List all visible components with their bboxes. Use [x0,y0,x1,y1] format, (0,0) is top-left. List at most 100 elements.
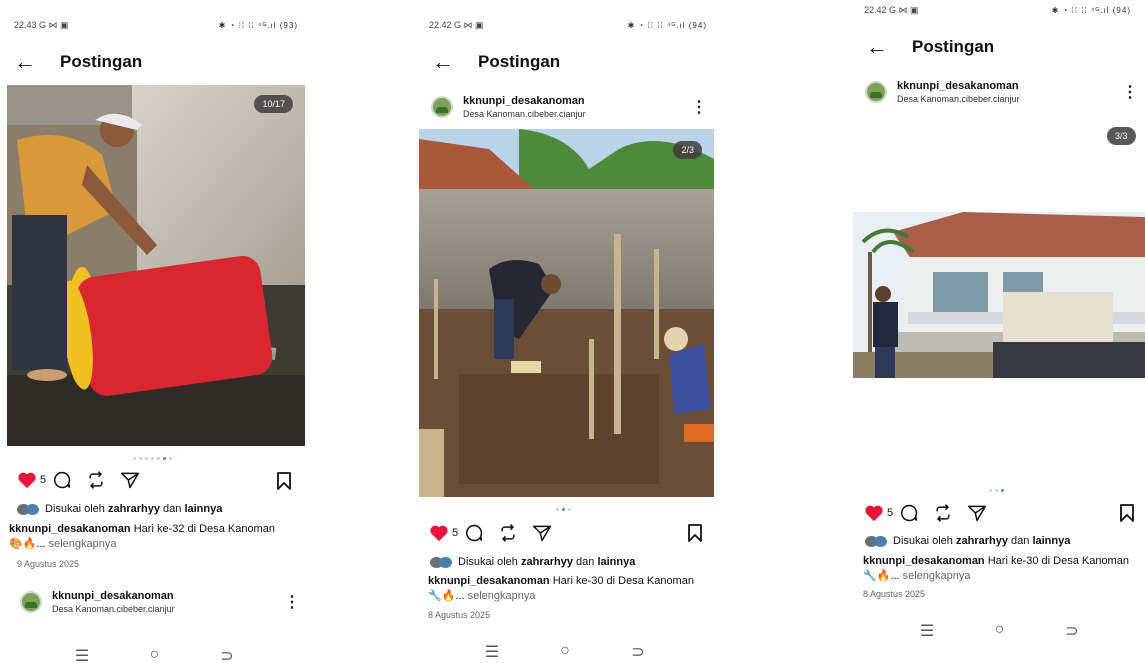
post-date: 8 Agustus 2025 [428,610,491,620]
caption-emoji: 🔧🔥... [863,570,900,582]
photo-house-and-truck [853,212,1145,378]
liked-others[interactable]: lainnya [184,503,222,515]
system-nav-bar: ☰ ○ ⊃ [482,642,648,662]
liked-by-user[interactable]: zahrarhyy [521,556,573,568]
liked-others[interactable]: lainnya [597,556,635,568]
post-location[interactable]: Desa Kanoman.cibeber.cianjur [897,94,1020,104]
back-nav-icon[interactable]: ⊃ [1062,621,1082,641]
home-nav-icon[interactable]: ○ [990,621,1010,641]
more-icon[interactable]: ⋮ [284,592,300,612]
status-left: 22.43 G ⋈ ▣ [14,20,69,31]
comment-button[interactable] [899,503,919,523]
bookmark-button[interactable] [276,471,292,491]
status-time: 22.42 [864,4,887,15]
repost-button[interactable] [498,523,518,543]
share-button[interactable] [532,523,552,543]
status-right-icons: ✱ ◔ ⁞⁞ ⁞⁞ ⁴ᴳ.ıl (94) [1051,5,1131,15]
status-left-icons: G ⋈ ▣ [454,19,484,30]
comment-button[interactable] [464,523,484,543]
back-arrow-icon[interactable]: ← [14,51,48,73]
post-username[interactable]: kknunpi_desakanoman [463,95,586,107]
see-more-link[interactable]: selengkapnya [903,570,971,582]
share-button[interactable] [120,470,140,490]
repost-icon [89,471,103,489]
phone-screen-3: 22.42 G ⋈ ▣ ✱ ◔ ⁞⁞ ⁞⁞ ⁴ᴳ.ıl (94) ← Posti… [850,0,1145,663]
home-nav-icon[interactable]: ○ [145,646,165,663]
status-left: 22.42 G ⋈ ▣ [864,5,919,16]
like-count: 5 [887,507,894,519]
caption: kknunpi_desakanoman Hari ke-30 di Desa K… [863,554,1143,584]
caption-emoji: 🔧🔥... [428,590,465,602]
image-counter-badge: 3/3 [1107,127,1136,145]
repost-button[interactable] [933,503,953,523]
see-more-link[interactable]: selengkapnya [468,590,536,602]
home-nav-icon[interactable]: ○ [555,642,575,662]
like-button[interactable] [429,524,449,542]
comment-button[interactable] [52,470,72,490]
liked-by-row: Disukai oleh zahrarhyy dan lainnya [865,535,1070,547]
avatar[interactable] [20,591,42,613]
page-title: Postingan [60,52,143,71]
carousel-dot [139,457,142,460]
post-photo[interactable]: 10/17 [7,85,305,446]
heart-icon [430,525,448,542]
liked-others[interactable]: lainnya [1032,535,1070,547]
next-username[interactable]: kknunpi_desakanoman [52,590,175,602]
post-location[interactable]: Desa Kanoman.cibeber.cianjur [463,109,586,119]
like-count: 5 [40,474,47,486]
post-username[interactable]: kknunpi_desakanoman [897,80,1020,92]
phone-screen-1: 22.43 G ⋈ ▣ ✱ ◔ ⁞⁞ ⁞⁞ ⁴ᴳ.ıl (93) ← Posti… [0,0,312,663]
status-left-icons: G ⋈ ▣ [889,4,919,15]
carousel-dot-active [1001,489,1004,492]
liked-by-user[interactable]: zahrarhyy [108,503,160,515]
repost-button[interactable] [86,470,106,490]
header: ← Postingan [432,51,561,73]
back-arrow-icon[interactable]: ← [432,51,466,73]
liked-by-text: Disukai oleh [458,556,518,568]
recents-nav-icon[interactable]: ☰ [72,646,92,663]
back-nav-icon[interactable]: ⊃ [217,646,237,663]
carousel-dot-active [562,508,565,511]
liked-and: dan [576,556,595,568]
like-button[interactable] [864,504,884,522]
action-bar: 5 [17,470,140,490]
avatar[interactable] [865,81,887,103]
caption-username[interactable]: kknunpi_desakanoman [863,555,985,567]
bookmark-button[interactable] [687,523,703,543]
page-title: Postingan [912,37,995,56]
see-more-link[interactable]: selengkapnya [49,538,117,550]
status-bar: 22.42 G ⋈ ▣ ✱ ◔ ⁞⁞ ⁞⁞ ⁴ᴳ.ıl (94) [429,18,707,32]
carousel-dots [133,457,172,460]
share-button[interactable] [967,503,987,523]
avatar[interactable] [431,96,453,118]
next-location[interactable]: Desa Kanoman.cibeber.cianjur [52,604,175,614]
recents-nav-icon[interactable]: ☰ [917,621,937,641]
caption-username[interactable]: kknunpi_desakanoman [428,575,550,587]
caption-username[interactable]: kknunpi_desakanoman [9,523,131,535]
bookmark-icon [688,524,702,542]
recents-nav-icon[interactable]: ☰ [482,642,502,662]
bookmark-button[interactable] [1119,503,1135,523]
carousel-dot [989,489,992,492]
liked-by-user[interactable]: zahrarhyy [956,535,1008,547]
status-right-icons: ✱ ◔ ⁞⁞ ⁞⁞ ⁴ᴳ.ıl (93) [218,20,298,30]
caption-text: Hari ke-30 di Desa Kanoman [987,555,1129,567]
post-profile[interactable]: kknunpi_desakanoman Desa Kanoman.cibeber… [865,80,1020,104]
carousel-dot [151,457,154,460]
status-left: 22.42 G ⋈ ▣ [429,20,484,31]
liked-and: dan [1011,535,1030,547]
back-arrow-icon[interactable]: ← [866,36,900,58]
liked-by-text: Disukai oleh [893,535,953,547]
post-photo[interactable] [853,212,1145,378]
image-counter-badge: 2/3 [673,141,702,159]
like-button[interactable] [17,471,37,489]
photo-man-rolling-drum [7,85,305,446]
page-title: Postingan [478,52,561,71]
system-nav-bar: ☰ ○ ⊃ [917,621,1082,641]
more-icon[interactable]: ⋮ [1122,82,1138,102]
post-profile[interactable]: kknunpi_desakanoman Desa Kanoman.cibeber… [431,95,586,119]
next-post-profile[interactable]: kknunpi_desakanoman Desa Kanoman.cibeber… [20,590,175,614]
post-photo[interactable]: 2/3 [419,129,714,497]
more-icon[interactable]: ⋮ [691,97,707,117]
back-nav-icon[interactable]: ⊃ [628,642,648,662]
